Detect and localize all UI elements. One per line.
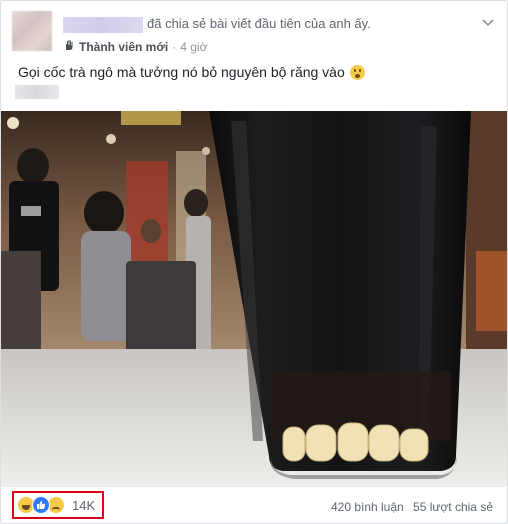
post-meta: Thành viên mới · 4 giờ xyxy=(63,39,207,54)
avatar[interactable] xyxy=(12,11,52,51)
post-card: đã chia sẻ bài viết đầu tiên của anh ấy.… xyxy=(0,0,508,524)
like-icon xyxy=(32,496,50,514)
new-member-badge[interactable]: Thành viên mới xyxy=(79,40,168,54)
share-count[interactable]: 55 lượt chia sẻ xyxy=(413,500,493,514)
new-member-hand-icon xyxy=(63,39,75,54)
photo-illustration xyxy=(1,111,507,487)
post-header-text: đã chia sẻ bài viết đầu tiên của anh ấy. xyxy=(147,16,371,31)
caption-text: Gọi cốc trà ngô mà tưởng nó bỏ nguyên bộ… xyxy=(18,64,345,80)
post-footer: 14K 420 bình luận 55 lượt chia sẻ xyxy=(1,489,507,523)
meta-separator: · xyxy=(172,39,177,54)
comment-count[interactable]: 420 bình luận xyxy=(331,500,404,514)
tagged-name-blurred[interactable] xyxy=(15,85,59,99)
flushed-face-icon xyxy=(349,64,365,80)
post-caption: Gọi cốc trà ngô mà tưởng nó bỏ nguyên bộ… xyxy=(18,64,365,80)
reactions-summary[interactable]: 14K xyxy=(12,491,104,519)
post-photo[interactable] xyxy=(1,111,507,487)
chevron-down-icon[interactable] xyxy=(481,15,495,29)
post-time[interactable]: 4 giờ xyxy=(180,40,207,54)
reaction-count[interactable]: 14K xyxy=(72,498,95,513)
author-name-blurred[interactable] xyxy=(63,17,143,33)
post-stats: 420 bình luận 55 lượt chia sẻ xyxy=(325,500,493,514)
